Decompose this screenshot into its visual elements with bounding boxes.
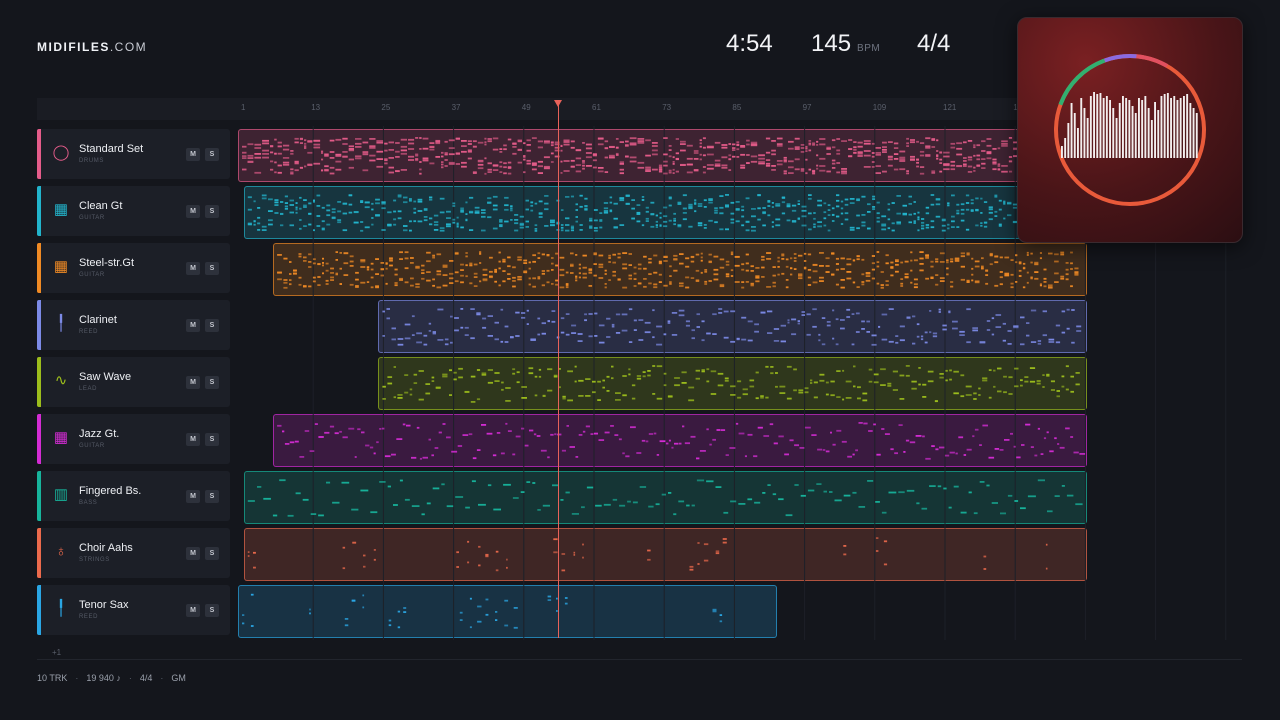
visualizer-bar — [1173, 96, 1176, 158]
footer-stats: 10 TRK · 19 940 ♪ · 4/4 · GM — [37, 673, 186, 683]
clip-notes — [277, 422, 1086, 460]
clip-notes — [382, 308, 1082, 346]
visualizer-bar — [1176, 100, 1179, 158]
visualizer-bar — [1070, 103, 1073, 158]
visualizer-ring-accent — [1104, 54, 1137, 63]
visualizer-bar — [1096, 94, 1099, 158]
visualizer-bar — [1086, 118, 1089, 158]
visualizer-bar — [1154, 102, 1156, 158]
footer-meter: 4/4 — [139, 673, 153, 683]
visualizer-bar — [1073, 113, 1076, 158]
clip-notes — [242, 137, 1081, 175]
visualizer-bar — [1189, 103, 1192, 158]
visualizer-bar — [1067, 123, 1070, 158]
visualizer-bar — [1083, 108, 1086, 158]
visualizer-bar — [1118, 103, 1121, 158]
midi-standard: GM — [171, 673, 186, 683]
visualizer-bar — [1163, 94, 1166, 158]
visualizer-bar — [1093, 92, 1095, 158]
visualizer-bar — [1160, 96, 1163, 158]
visualizer-bar — [1102, 98, 1105, 158]
visualizer-bar — [1122, 96, 1124, 158]
visualizer-bar — [1064, 138, 1067, 158]
visualizer-bar — [1099, 93, 1102, 158]
visualizer-bar — [1195, 113, 1198, 158]
visualizer-bar — [1192, 108, 1195, 158]
more-tracks-label[interactable]: +1 — [52, 648, 61, 657]
visualizer-ring-accent — [1136, 54, 1168, 68]
footer-divider — [37, 659, 1242, 660]
visualizer-bar — [1089, 96, 1092, 158]
visualizer-bar — [1125, 98, 1128, 158]
clip-notes — [247, 537, 1048, 572]
visualizer-bar — [1179, 98, 1182, 158]
visualizer-bar — [1112, 108, 1115, 158]
visualizer-graphic — [1054, 54, 1206, 206]
clip-notes — [277, 251, 1079, 289]
track-count: 10 TRK — [37, 673, 68, 683]
clip-notes — [242, 593, 723, 629]
visualizer-bar — [1115, 118, 1118, 158]
visualizer-bar — [1147, 108, 1150, 158]
visualizer-bar — [1150, 120, 1153, 158]
playhead[interactable] — [554, 100, 562, 638]
clip-notes — [382, 365, 1080, 403]
visualizer-bar — [1131, 106, 1134, 158]
visualizer-bar — [1080, 98, 1083, 158]
visualizer-bar — [1170, 98, 1172, 158]
visualizer-bar — [1109, 100, 1111, 158]
visualizer-bar — [1186, 94, 1189, 158]
visualizer-bar — [1183, 96, 1185, 158]
visualizer-bar — [1134, 113, 1137, 158]
note-count: 19 940 ♪ — [86, 673, 121, 683]
visualizer-bar — [1105, 96, 1108, 158]
clip-notes — [247, 479, 1083, 517]
audio-visualizer-card — [1017, 17, 1243, 243]
visualizer-bar — [1061, 146, 1063, 158]
visualizer-bar — [1157, 110, 1160, 158]
visualizer-bar — [1077, 128, 1079, 158]
visualizer-bar — [1138, 98, 1140, 158]
visualizer-bar — [1141, 100, 1144, 158]
visualizer-bar — [1166, 93, 1169, 158]
visualizer-bar — [1128, 100, 1131, 158]
visualizer-bar — [1144, 96, 1147, 158]
